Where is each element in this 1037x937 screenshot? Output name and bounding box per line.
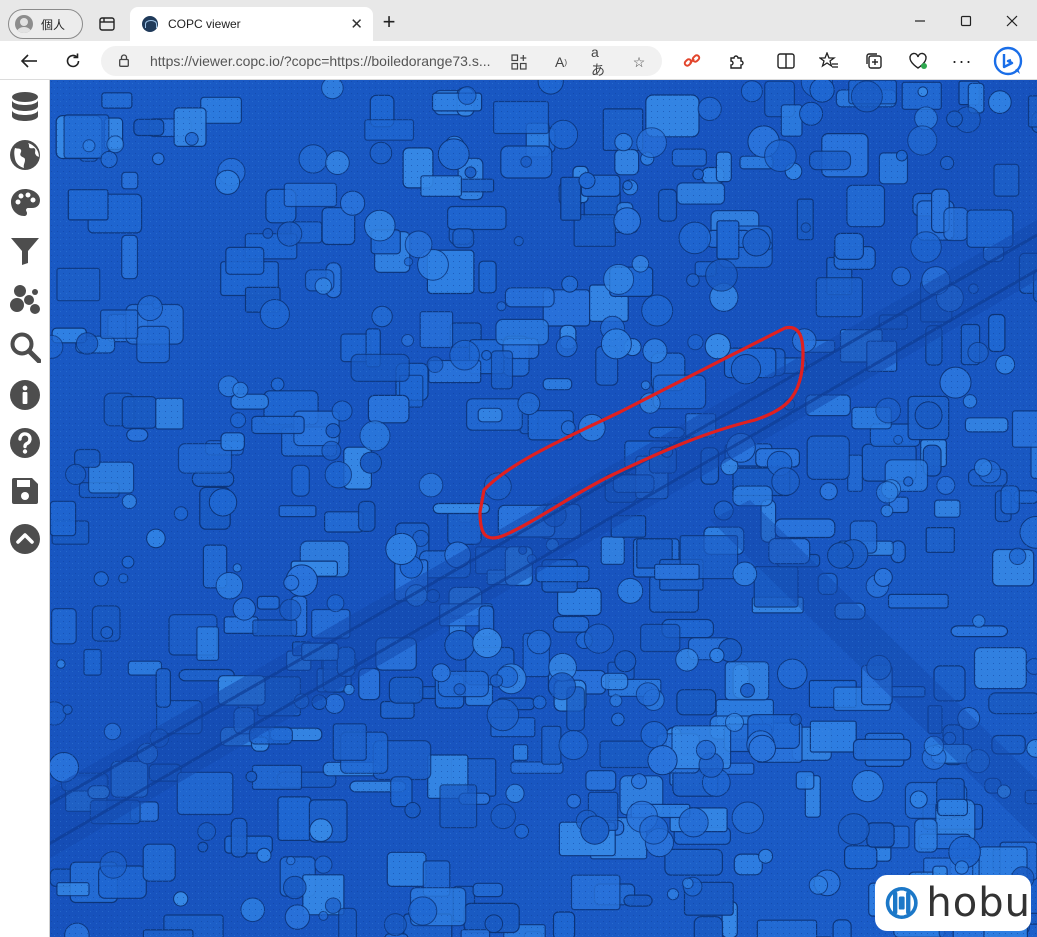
address-bar[interactable]: https://viewer.copc.io/?copc=https://boi… bbox=[101, 44, 662, 78]
avatar-icon bbox=[15, 15, 33, 33]
point-cloud-canvas[interactable]: hobu bbox=[50, 80, 1037, 937]
heart-pulse-icon bbox=[909, 52, 927, 69]
favorites-list-icon bbox=[819, 52, 838, 68]
search-icon[interactable] bbox=[8, 330, 42, 364]
globe-icon[interactable] bbox=[8, 138, 42, 172]
tab-actions-button[interactable] bbox=[95, 13, 119, 35]
refresh-icon bbox=[66, 53, 80, 68]
close-window-button[interactable] bbox=[989, 8, 1035, 34]
app-available-icon[interactable] bbox=[509, 52, 529, 72]
minimize-icon bbox=[915, 20, 925, 22]
grid-plus-icon bbox=[511, 54, 527, 70]
refresh-button[interactable] bbox=[60, 48, 86, 74]
more-dots-icon: ··· bbox=[951, 50, 973, 71]
back-button[interactable] bbox=[16, 48, 42, 74]
bing-chat-icon bbox=[993, 46, 1023, 76]
point-cloud-render[interactable] bbox=[50, 80, 1037, 937]
tab-actions-icon bbox=[99, 17, 115, 31]
puzzle-icon bbox=[730, 55, 744, 69]
browser-essentials-button[interactable] bbox=[907, 50, 929, 72]
profile-label: 個人 bbox=[41, 17, 66, 32]
maximize-button[interactable] bbox=[943, 8, 989, 34]
link-icon bbox=[683, 54, 701, 67]
maximize-icon bbox=[960, 15, 972, 27]
back-arrow-icon bbox=[20, 54, 37, 68]
collections-button[interactable] bbox=[863, 50, 885, 72]
minimize-button[interactable] bbox=[897, 8, 943, 34]
point-cloud-icon[interactable] bbox=[8, 282, 42, 316]
chevron-up-icon[interactable] bbox=[8, 522, 42, 556]
collections-icon bbox=[866, 53, 882, 69]
tab-strip: 個人 COPC viewer ✕ + bbox=[0, 0, 1037, 41]
profile-button[interactable]: 個人 bbox=[8, 9, 83, 39]
help-icon[interactable] bbox=[8, 426, 42, 460]
more-menu-button[interactable]: ··· bbox=[951, 50, 973, 72]
translate-icon[interactable]: aあ bbox=[591, 44, 611, 78]
filter-icon[interactable] bbox=[8, 234, 42, 268]
tab-copc-viewer[interactable]: COPC viewer ✕ bbox=[130, 7, 373, 41]
tab-title: COPC viewer bbox=[168, 17, 241, 31]
copc-favicon-icon bbox=[142, 16, 158, 32]
save-icon[interactable] bbox=[8, 474, 42, 508]
close-icon bbox=[1006, 15, 1018, 27]
database-icon[interactable] bbox=[8, 90, 42, 124]
copc-viewer: hobu bbox=[0, 80, 1037, 937]
hobu-wordmark: hobu bbox=[926, 880, 1031, 926]
copc-link-extension-icon[interactable] bbox=[681, 50, 703, 72]
viewer-sidebar bbox=[0, 80, 50, 937]
palette-icon[interactable] bbox=[8, 186, 42, 220]
lock-icon bbox=[119, 54, 129, 67]
info-icon[interactable] bbox=[8, 378, 42, 412]
favorite-star-icon[interactable]: ☆ bbox=[629, 52, 649, 72]
new-tab-button[interactable]: + bbox=[378, 11, 400, 33]
hobu-logo: hobu bbox=[875, 875, 1031, 931]
address-toolbar: https://viewer.copc.io/?copc=https://boi… bbox=[0, 41, 1037, 80]
hobu-logo-icon bbox=[885, 887, 918, 919]
copilot-button[interactable] bbox=[993, 46, 1023, 76]
split-screen-icon bbox=[777, 53, 795, 69]
tab-close-icon[interactable]: ✕ bbox=[350, 15, 363, 33]
url-text: https://viewer.copc.io/?copc=https://boi… bbox=[150, 53, 491, 69]
extensions-button[interactable] bbox=[726, 50, 748, 72]
favorites-button[interactable] bbox=[818, 50, 840, 72]
read-aloud-icon[interactable]: A) bbox=[551, 52, 571, 72]
split-screen-button[interactable] bbox=[775, 50, 797, 72]
browser-window: 個人 COPC viewer ✕ + https://viewer.copc.i… bbox=[0, 0, 1037, 937]
